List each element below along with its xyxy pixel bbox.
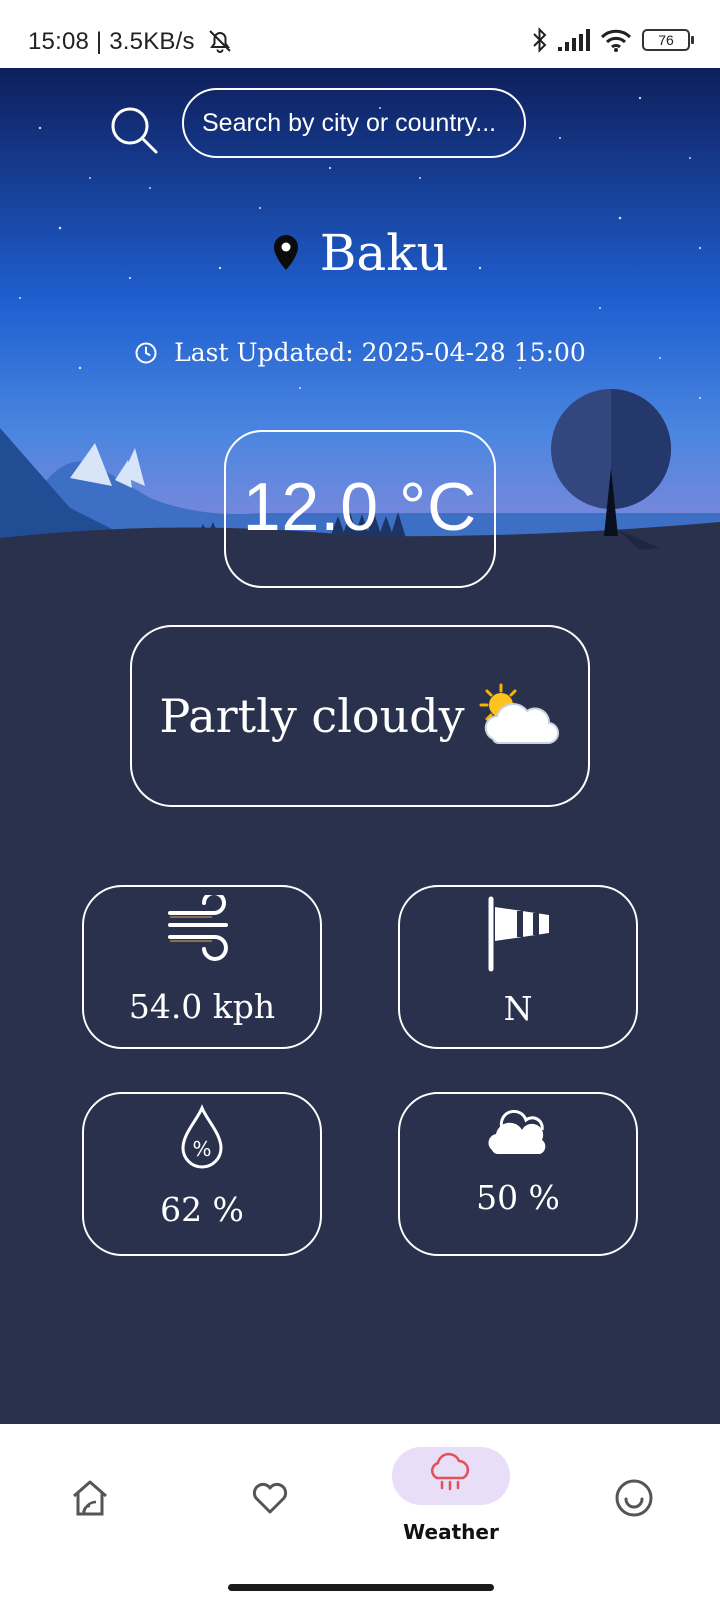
- cloud-cover-value: 50 %: [476, 1178, 560, 1217]
- cloud-icon: [488, 1109, 546, 1155]
- status-icons: 76: [532, 26, 694, 54]
- city-name: Baku: [319, 224, 449, 282]
- humidity-value: 62 %: [160, 1190, 244, 1229]
- svg-text:%: %: [192, 1137, 211, 1161]
- humidity-drop-icon: %: [181, 1104, 223, 1169]
- wifi-icon: [600, 29, 632, 52]
- wind-direction-card: N: [398, 885, 638, 1049]
- weather-screen: Search by city or country... Baku Last U…: [0, 68, 720, 1424]
- location-pin-icon: [274, 235, 299, 270]
- home-icon: [73, 1480, 107, 1516]
- location-header: Baku: [0, 224, 720, 282]
- last-updated-text: Last Updated: 2025-04-28 15:00: [174, 338, 586, 367]
- wind-direction-value: N: [503, 989, 533, 1028]
- smiley-icon: [615, 1479, 653, 1517]
- alarm-off-icon: [208, 30, 231, 53]
- condition-text: Partly cloudy: [159, 689, 465, 743]
- cloud-cover-card: 50 %: [398, 1092, 638, 1256]
- status-time-speed: 15:08 | 3.5KB/s: [28, 28, 234, 56]
- wind-speed-card: 54.0 kph: [82, 885, 322, 1049]
- bluetooth-icon: [533, 27, 547, 53]
- rain-cloud-icon: [431, 1452, 470, 1491]
- partly-cloudy-icon: [479, 683, 559, 745]
- last-updated: Last Updated: 2025-04-28 15:00: [0, 336, 720, 367]
- status-time-speed-text: 15:08 | 3.5KB/s: [28, 28, 195, 55]
- nav-weather-label: Weather: [403, 1520, 499, 1544]
- search-input[interactable]: Search by city or country...: [182, 88, 526, 158]
- windsock-icon: [488, 896, 549, 972]
- battery-indicator: 76: [642, 29, 694, 51]
- status-bar: 15:08 | 3.5KB/s 76: [0, 0, 720, 68]
- nav-home[interactable]: [30, 1450, 150, 1560]
- gesture-bar: [228, 1584, 494, 1591]
- nav-favorites[interactable]: [210, 1450, 330, 1560]
- bottom-navigation: Weather: [0, 1424, 720, 1600]
- heart-icon: [252, 1482, 288, 1514]
- signal-icon: [558, 29, 590, 51]
- wind-speed-value: 54.0 kph: [128, 987, 276, 1026]
- condition-card: Partly cloudy: [130, 625, 590, 807]
- clock-icon: [135, 342, 157, 363]
- temperature-card: 12.0 °C: [224, 430, 496, 588]
- search-icon[interactable]: [108, 104, 160, 156]
- wind-icon: [168, 895, 228, 961]
- humidity-card: % 62 %: [82, 1092, 322, 1256]
- nav-profile[interactable]: [572, 1450, 692, 1560]
